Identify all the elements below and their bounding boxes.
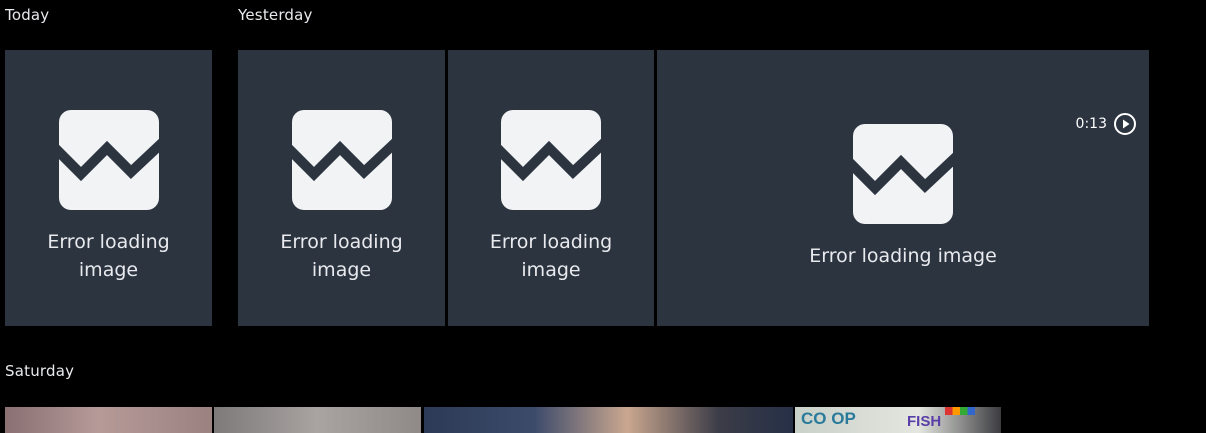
photo-tile-saturday-4[interactable]: CO OP FISH (795, 407, 1001, 433)
photo-decoration (945, 407, 975, 415)
broken-image-icon (58, 110, 159, 210)
error-placeholder: Error loading image (448, 110, 654, 284)
error-text: Error loading image (809, 245, 997, 267)
group-label-today: Today (5, 6, 50, 24)
error-text: Error loading image (47, 231, 170, 281)
group-label-saturday: Saturday (5, 362, 75, 380)
error-text: Error loading image (280, 231, 403, 281)
photo-tile-yesterday-1[interactable]: Error loading image (238, 50, 445, 326)
broken-image-icon (853, 124, 953, 224)
photo-sign-text: CO OP (801, 409, 856, 428)
error-placeholder: Error loading image (5, 110, 212, 284)
error-placeholder: Error loading image (657, 124, 1149, 270)
photo-tile-saturday-1[interactable] (5, 407, 212, 433)
photo-sign-text: FISH (907, 413, 942, 430)
video-tile-yesterday-3[interactable]: 0:13 Error loading image (657, 50, 1149, 326)
group-label-yesterday: Yesterday (238, 6, 313, 24)
broken-image-icon (291, 110, 392, 210)
photo-tile-saturday-3[interactable] (424, 407, 793, 433)
photo-tile-saturday-2[interactable] (214, 407, 421, 433)
photo-tile-today-1[interactable]: Error loading image (5, 50, 212, 326)
error-placeholder: Error loading image (238, 110, 445, 284)
broken-image-icon (501, 110, 601, 210)
error-text: Error loading image (489, 231, 613, 281)
photo-tile-yesterday-2[interactable]: Error loading image (448, 50, 654, 326)
